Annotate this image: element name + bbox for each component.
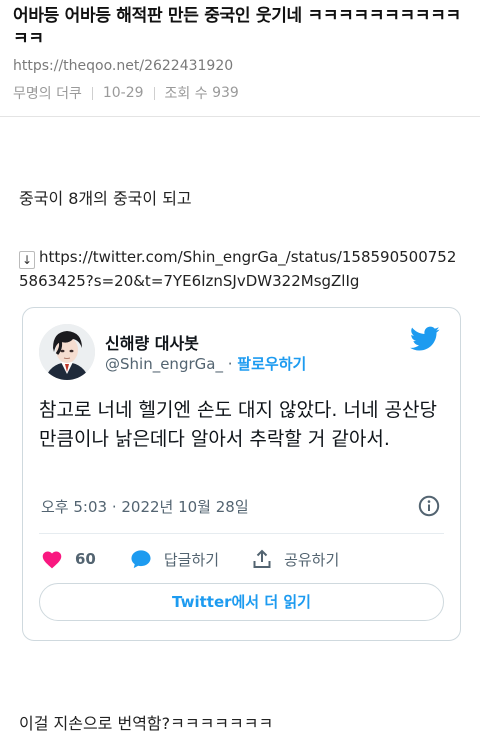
tweet-divider [39,533,444,534]
heart-icon[interactable] [41,549,63,569]
avatar[interactable] [39,324,95,380]
post-date: 10-29 [102,85,144,101]
share-label: 공유하기 [284,550,340,569]
body-line-1: 중국이 8개의 중국이 되고 [19,189,192,208]
twitter-bird-icon[interactable] [410,326,440,352]
follow-button[interactable]: 팔로우하기 [237,355,306,373]
reply-label: 답글하기 [163,550,220,569]
reply-bubble-icon[interactable] [130,549,152,569]
meta-divider [153,86,155,100]
post-url[interactable]: https://theqoo.net/2622431920 [13,58,233,74]
reply-action[interactable]: 답글하기 [130,549,252,570]
like-count: 60 [75,550,96,568]
share-action[interactable]: 공유하기 [252,549,339,570]
separator-dot: · [227,355,233,373]
post-title: 어바등 어바등 해적판 만든 중국인 웃기네 ㅋㅋㅋㅋㅋㅋㅋㅋㅋㅋㅋㅋ [13,6,461,49]
post-meta: 무명의 더쿠 10-29 조회 수 939 [13,83,239,103]
tweet-text: 참고로 너네 헬기엔 손도 대지 않았다. 너네 공산당만큼이나 낡은데다 알아… [39,399,437,450]
tweet-actions: 60 답글하기 공유하기 [41,546,339,572]
info-icon[interactable] [418,495,440,517]
post-author: 무명의 더쿠 [13,86,82,102]
like-action[interactable]: 60 [41,549,130,569]
body-line-2: 이걸 지손으로 번역함?ㅋㅋㅋㅋㅋㅋㅋ [19,714,274,733]
tweet-handle[interactable]: @Shin_engrGa_ [105,355,223,373]
body-link-block: ↓ https://twitter.com/Shin_engrGa_/status… [19,245,464,293]
tweet-handle-line: @Shin_engrGa_ · 팔로우하기 [105,353,306,374]
tweet-link[interactable]: https://twitter.com/Shin_engrGa_/status/… [19,248,456,290]
header-divider [0,116,480,117]
down-arrow-icon: ↓ [19,251,35,269]
read-more-button[interactable]: Twitter에서 더 읽기 [39,583,444,621]
views-label: 조회 수 [164,86,208,102]
tweet-author-name[interactable]: 신해량 대사봇 [105,330,199,354]
views-count: 939 [212,85,239,101]
share-icon[interactable] [252,549,272,569]
meta-divider [91,86,93,100]
tweet-timestamp[interactable]: 오후 5:03 · 2022년 10월 28일 [41,496,249,517]
embedded-tweet-card[interactable]: 신해량 대사봇 @Shin_engrGa_ · 팔로우하기 참고로 너네 헬기엔… [22,307,461,641]
